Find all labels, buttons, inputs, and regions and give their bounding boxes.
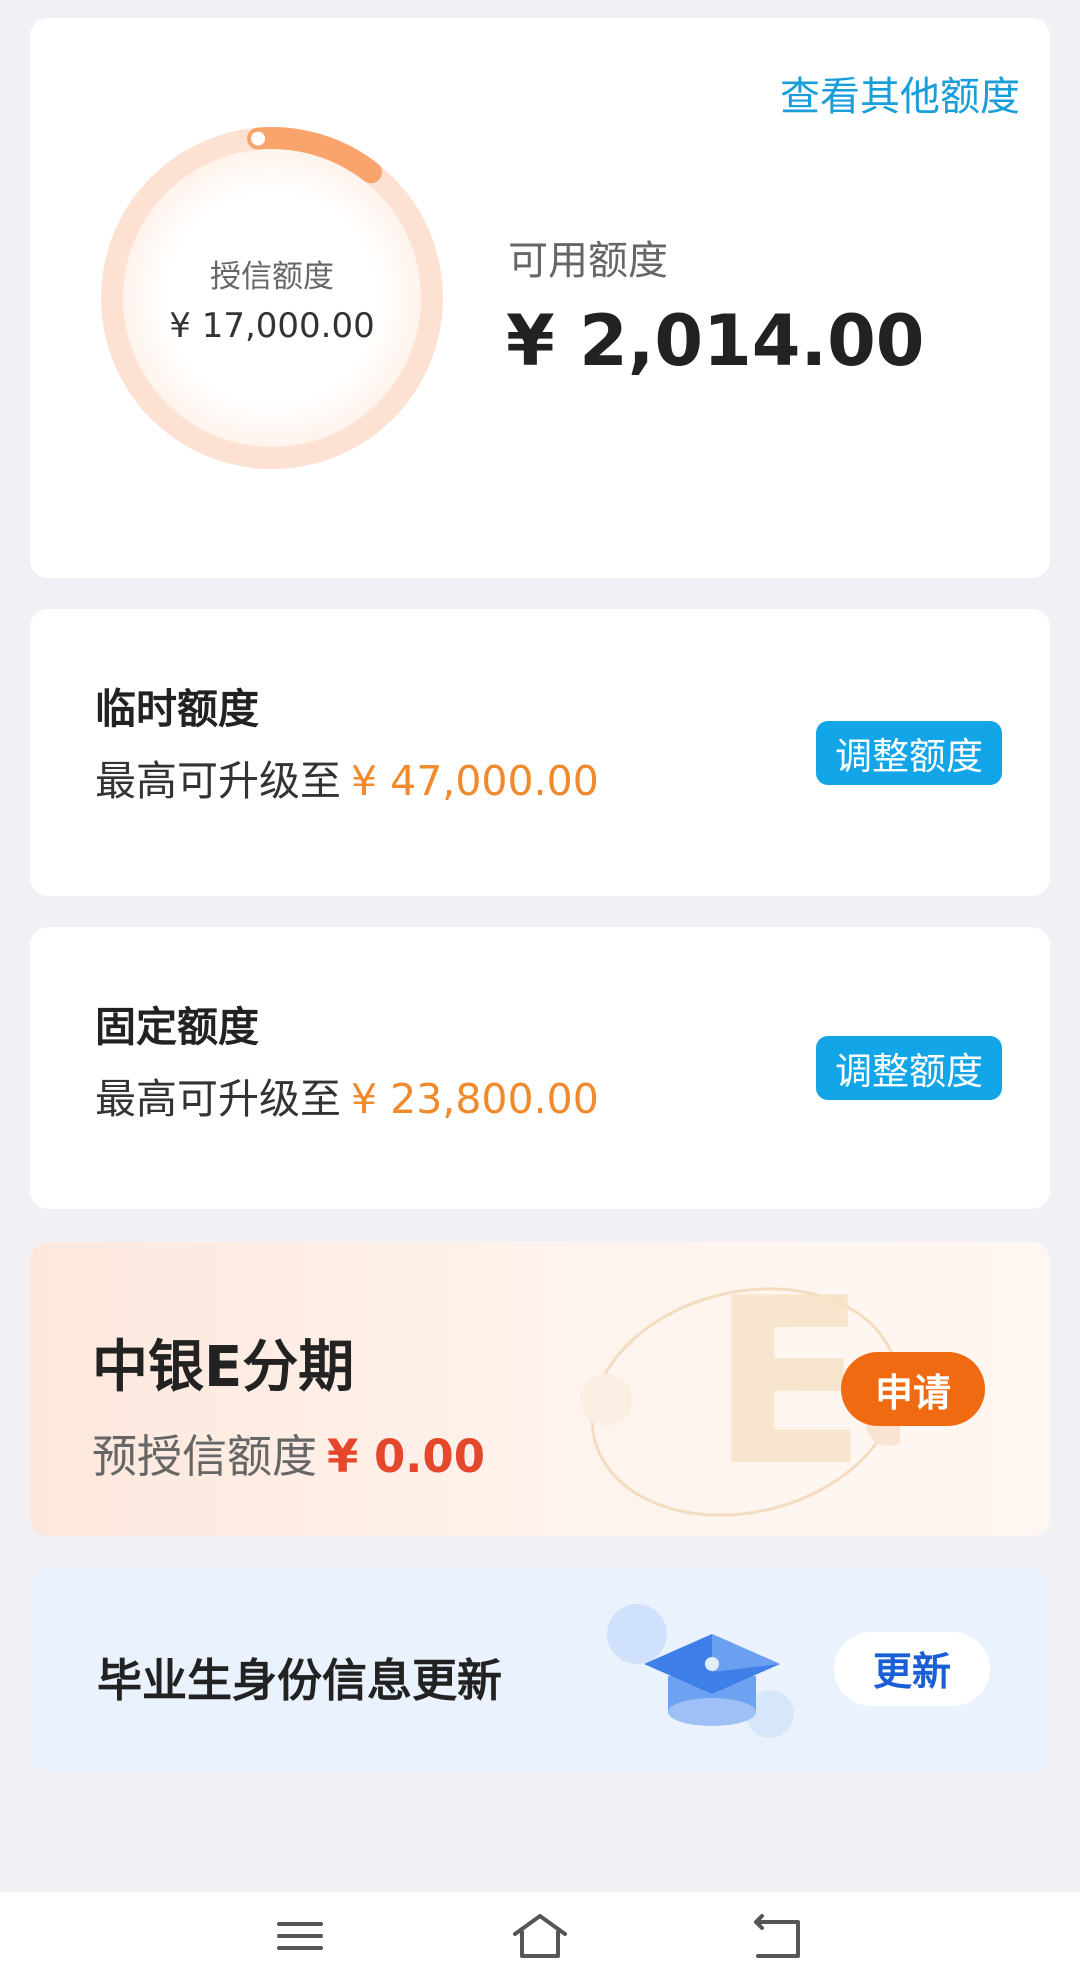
credit-limit-amount: ¥ 17,000.00 (169, 305, 375, 346)
temporary-limit-card: 临时额度 最高可升级至 ¥ 47,000.00 调整额度 (30, 609, 1050, 896)
view-other-limits-link[interactable]: 查看其他额度 (780, 64, 1020, 122)
home-icon[interactable] (510, 1912, 570, 1962)
available-limit-amount: ¥ 2,014.00 (506, 300, 925, 382)
temporary-limit-upgrade: 最高可升级至 ¥ 47,000.00 (95, 747, 599, 807)
credit-ring: 授信额度 ¥ 17,000.00 (92, 118, 452, 478)
fixed-upgrade-amount: ¥ 23,800.00 (351, 1075, 599, 1123)
menu-icon[interactable] (276, 1912, 324, 1960)
system-nav-bar (0, 1892, 1080, 1985)
adjust-temporary-limit-button[interactable]: 调整额度 (816, 721, 1002, 785)
graduate-update-title: 毕业生身份信息更新 (97, 1654, 503, 1707)
pre-credit-label: 预授信额度 (92, 1430, 318, 1483)
temporary-upgrade-amount: ¥ 47,000.00 (351, 757, 599, 805)
upgrade-prefix: 最高可升级至 (95, 1075, 341, 1123)
graduate-update-card[interactable]: 毕业生身份信息更新 更新 (30, 1568, 1050, 1772)
e-installment-title: 中银E分期 (92, 1335, 355, 1400)
pre-credit-line: 预授信额度 ¥ 0.00 (92, 1420, 485, 1485)
temporary-limit-title: 临时额度 (95, 685, 259, 733)
fixed-limit-card: 固定额度 最高可升级至 ¥ 23,800.00 调整额度 (30, 927, 1050, 1209)
fixed-limit-title: 固定额度 (95, 1003, 259, 1051)
update-button[interactable]: 更新 (834, 1632, 990, 1706)
upgrade-prefix: 最高可升级至 (95, 757, 341, 805)
fixed-limit-upgrade: 最高可升级至 ¥ 23,800.00 (95, 1065, 599, 1125)
back-icon[interactable] (752, 1912, 804, 1960)
apply-button[interactable]: 申请 (841, 1352, 985, 1426)
adjust-fixed-limit-button[interactable]: 调整额度 (816, 1036, 1002, 1100)
credit-limit-label: 授信额度 (210, 258, 334, 295)
graduation-cap-icon (607, 1604, 794, 1738)
available-limit-label: 可用额度 (508, 238, 668, 284)
pre-credit-amount: ¥ 0.00 (327, 1430, 486, 1483)
credit-overview-card: 查看其他额度 授信额度 ¥ 17,000.00 可用额度 ¥ 2,014.00 (30, 18, 1050, 578)
e-installment-card[interactable]: E 中银E分期 预授信额度 ¥ 0.00 申请 (30, 1242, 1050, 1536)
